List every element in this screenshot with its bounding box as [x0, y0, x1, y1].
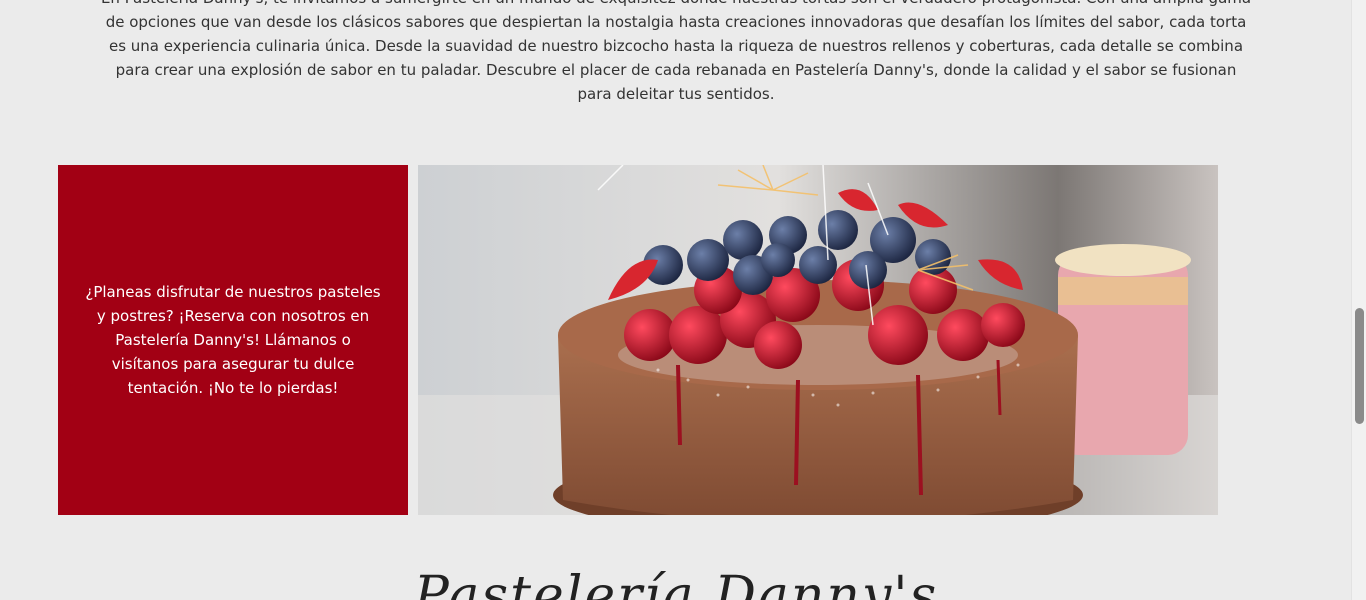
reservation-promo-text: ¿Planeas disfrutar de nuestros pasteles … — [85, 283, 381, 397]
reservation-promo-box: ¿Planeas disfrutar de nuestros pasteles … — [58, 165, 408, 515]
scrollbar-thumb[interactable] — [1355, 308, 1364, 424]
brand-title: Pastelería Danny's — [413, 566, 939, 600]
chocolate-cake-photo — [418, 165, 1218, 515]
vertical-scrollbar[interactable] — [1351, 0, 1366, 600]
page: En Pastelería Danny's, te invitamos a su… — [0, 0, 1366, 600]
intro-paragraph: En Pastelería Danny's, te invitamos a su… — [101, 0, 1251, 103]
